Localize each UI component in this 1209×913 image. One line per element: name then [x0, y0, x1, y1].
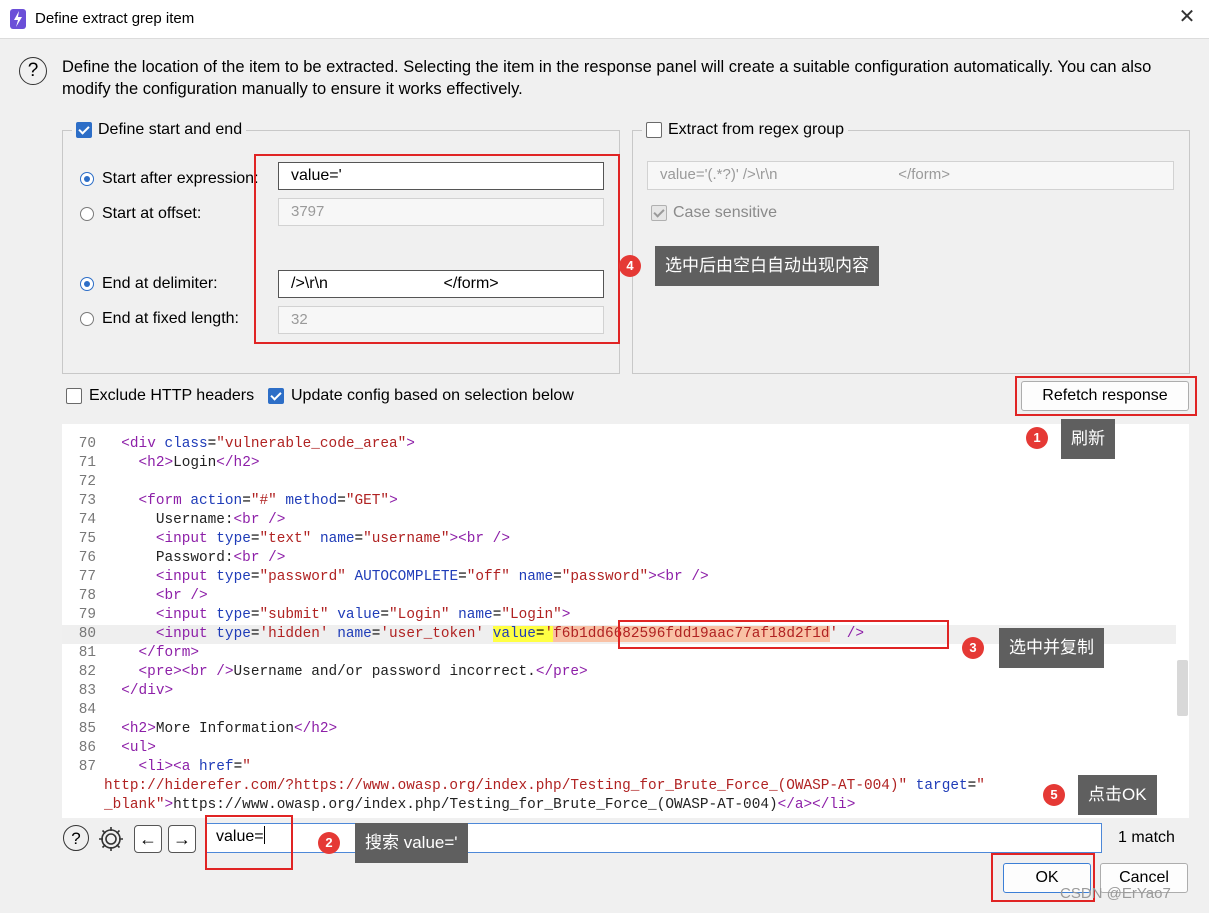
next-match-button[interactable]: →	[168, 825, 196, 853]
search-input[interactable]: value=	[205, 823, 1102, 853]
update-config-option[interactable]: Update config based on selection below	[268, 387, 574, 405]
code-line: 87 <li><a href="	[78, 759, 251, 775]
code-line: 70 <div class="vulnerable_code_area">	[78, 436, 415, 452]
code-line: 81 </form>	[78, 645, 199, 661]
end-fixed-input[interactable]: 32	[278, 306, 604, 334]
code-line: 77 <input type="password" AUTOCOMPLETE="…	[78, 569, 709, 585]
update-config-label: Update config based on selection below	[291, 387, 574, 404]
code-line: http://hiderefer.com/?https://www.owasp.…	[104, 778, 985, 794]
start-offset-option[interactable]: Start at offset:	[80, 205, 201, 223]
case-sensitive-label: Case sensitive	[673, 204, 778, 221]
regex-label: Extract from regex group	[668, 121, 845, 138]
annotation-2: 搜索 value='	[355, 823, 468, 863]
code-line: 76 Password:<br />	[78, 550, 286, 566]
step-badge-5: 5	[1043, 784, 1065, 806]
code-line: 82 <pre><br />Username and/or password i…	[78, 664, 588, 680]
end-delimiter-radio[interactable]	[80, 277, 94, 291]
exclude-headers-checkbox[interactable]	[66, 388, 82, 404]
start-offset-input[interactable]: 3797	[278, 198, 604, 226]
define-start-end-label: Define start and end	[98, 121, 243, 138]
code-line: 83 </div>	[78, 683, 174, 699]
annotation-4: 选中后由空白自动出现内容	[655, 246, 879, 286]
intro-text: Define the location of the item to be ex…	[62, 58, 1152, 98]
end-fixed-option[interactable]: End at fixed length:	[80, 310, 239, 328]
end-fixed-radio[interactable]	[80, 312, 94, 326]
code-line: 84	[78, 702, 96, 718]
watermark: CSDN @ErYao7	[1060, 885, 1171, 902]
response-editor[interactable]: 70 <div class="vulnerable_code_area"> 71…	[62, 424, 1189, 818]
regex-checkbox[interactable]	[646, 122, 662, 138]
start-after-radio[interactable]	[80, 172, 94, 186]
annotation-5: 点击OK	[1078, 775, 1157, 815]
start-offset-label: Start at offset:	[102, 205, 202, 222]
help-icon[interactable]: ?	[63, 825, 89, 851]
update-config-checkbox[interactable]	[268, 388, 284, 404]
code-line: 74 Username:<br />	[78, 512, 286, 528]
code-line: 78 <br />	[78, 588, 208, 604]
close-icon[interactable]: ✕	[1176, 6, 1198, 28]
burp-app-icon	[10, 9, 26, 29]
step-badge-1: 1	[1026, 427, 1048, 449]
code-line: 79 <input type="submit" value="Login" na…	[78, 607, 571, 623]
code-line: _blank">https://www.owasp.org/index.php/…	[104, 797, 856, 813]
exclude-headers-label: Exclude HTTP headers	[89, 387, 255, 404]
start-after-option[interactable]: Start after expression:	[80, 170, 259, 188]
exclude-headers-option[interactable]: Exclude HTTP headers	[66, 387, 254, 405]
regex-input[interactable]: value='(.*?)' />\r\n </form>	[647, 161, 1174, 190]
code-line: 75 <input type="text" name="username"><b…	[78, 531, 510, 547]
start-after-input[interactable]: value='	[278, 162, 604, 190]
case-sensitive-option[interactable]: Case sensitive	[651, 204, 777, 222]
code-line: 86 <ul>	[78, 740, 156, 756]
start-offset-radio[interactable]	[80, 207, 94, 221]
annotation-1: 刷新	[1061, 419, 1115, 459]
end-delimiter-input[interactable]: />\r\n </form>	[278, 270, 604, 298]
step-badge-2: 2	[318, 832, 340, 854]
step-badge-4: 4	[619, 255, 641, 277]
match-count: 1 match	[1118, 829, 1175, 846]
gear-icon[interactable]	[96, 824, 126, 854]
refetch-response-button[interactable]: Refetch response	[1021, 381, 1189, 411]
regex-legend[interactable]: Extract from regex group	[642, 120, 849, 140]
editor-scrollbar[interactable]	[1177, 660, 1188, 716]
end-fixed-label: End at fixed length:	[102, 310, 239, 327]
code-line: 85 <h2>More Information</h2>	[78, 721, 338, 737]
annotation-3: 选中并复制	[999, 628, 1104, 668]
user-token-value[interactable]: f6b1dd6682596fdd19aac77af18d2f1d	[553, 626, 830, 642]
code-line: 72	[78, 474, 96, 490]
case-sensitive-checkbox[interactable]	[651, 205, 667, 221]
previous-match-button[interactable]: ←	[134, 825, 162, 853]
define-start-end-legend[interactable]: Define start and end	[72, 120, 247, 140]
help-icon[interactable]: ?	[19, 57, 47, 85]
end-delimiter-option[interactable]: End at delimiter:	[80, 275, 218, 293]
step-badge-3: 3	[962, 637, 984, 659]
code-line: 73 <form action="#" method="GET">	[78, 493, 398, 509]
start-after-label: Start after expression:	[102, 170, 259, 187]
define-start-end-checkbox[interactable]	[76, 122, 92, 138]
code-line: 71 <h2>Login</h2>	[78, 455, 260, 471]
end-delimiter-label: End at delimiter:	[102, 275, 218, 292]
window-title: Define extract grep item	[35, 10, 195, 27]
